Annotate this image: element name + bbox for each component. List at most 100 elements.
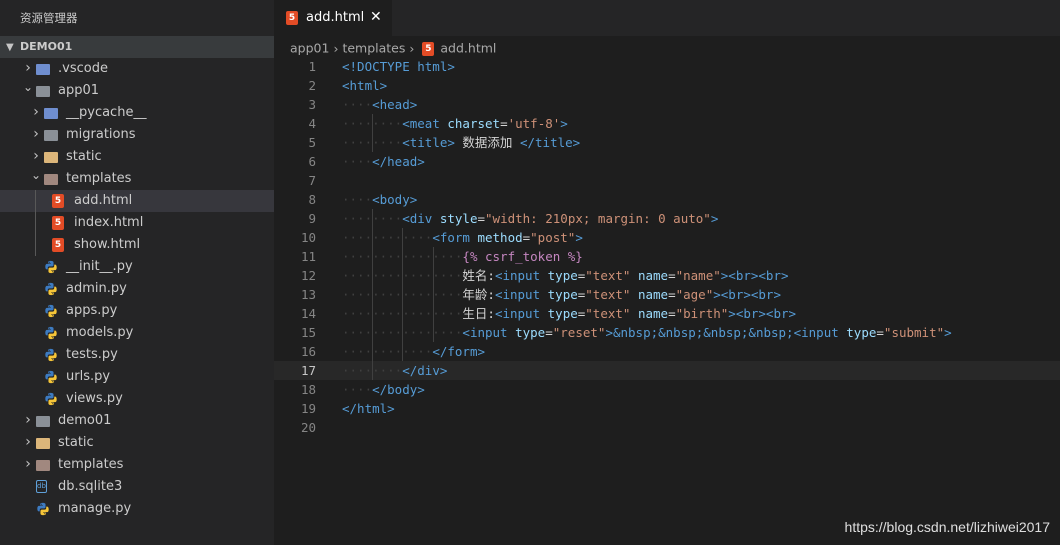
- code-line[interactable]: 17 ········</div>: [274, 361, 1060, 380]
- code-token: </form>: [432, 344, 485, 359]
- python-icon: [36, 502, 50, 516]
- code-token: "age": [675, 287, 714, 302]
- code-line[interactable]: 13 ················年龄:<input type = "text" …: [274, 285, 1060, 304]
- tree-item-models-py[interactable]: models.py: [0, 322, 274, 344]
- code-token: type: [846, 325, 877, 340]
- code-line[interactable]: 8 ····<body>: [274, 190, 1060, 209]
- line-number: 2: [308, 78, 316, 93]
- code-token: "submit": [883, 325, 945, 340]
- whitespace-dots: ················: [342, 268, 463, 283]
- code-token: "width: 210px; margin: 0 auto": [485, 211, 711, 226]
- line-number: 8: [308, 192, 316, 207]
- python-icon: [44, 304, 58, 318]
- tree-item-templates[interactable]: › templates: [0, 454, 274, 476]
- watermark: https://blog.csdn.net/lizhiwei2017: [844, 519, 1050, 535]
- breadcrumb-item-app01[interactable]: app01: [290, 41, 329, 56]
- code-token: type: [515, 325, 546, 340]
- code-token: >: [710, 211, 719, 226]
- tree-item-vscode[interactable]: › .vscode: [0, 58, 274, 80]
- python-icon: [44, 260, 58, 274]
- tree-item-show-html[interactable]: 5 show.html: [0, 234, 274, 256]
- code-token: "text": [585, 287, 638, 302]
- tree-item-tests-py[interactable]: tests.py: [0, 344, 274, 366]
- line-number: 20: [300, 420, 316, 435]
- code-token: <input: [494, 268, 548, 283]
- tab-add-html[interactable]: 5 add.html ✕: [274, 0, 392, 36]
- line-number: 7: [308, 173, 316, 188]
- tree-item-migrations[interactable]: › migrations: [0, 124, 274, 146]
- tree-item-label: static: [66, 149, 102, 164]
- close-icon[interactable]: ✕: [370, 9, 382, 25]
- tree-item-demo01[interactable]: › demo01: [0, 410, 274, 432]
- code-text: ········</div>: [342, 361, 447, 380]
- code-token: =: [500, 116, 508, 131]
- code-editor[interactable]: 1 <!DOCTYPE html> 2 <html> 3 ····<head> 4 ·····…: [274, 57, 1060, 437]
- code-token: </div>: [402, 363, 448, 378]
- tree-item-index-html[interactable]: 5 index.html: [0, 212, 274, 234]
- whitespace-dots: ················: [342, 306, 463, 321]
- database-icon: db: [36, 480, 47, 493]
- code-line[interactable]: 2 <html>: [274, 76, 1060, 95]
- code-line[interactable]: 20: [274, 418, 1060, 437]
- code-line[interactable]: 15 ················<input type="reset">&n…: [274, 323, 1060, 342]
- whitespace-dots: ····: [342, 382, 373, 397]
- breadcrumb-item-templates[interactable]: templates: [342, 41, 405, 56]
- tree-item-init-py[interactable]: __init__.py: [0, 256, 274, 278]
- tree-item-db-sqlite3[interactable]: db db.sqlite3: [0, 476, 274, 498]
- code-line[interactable]: 18 ····</body>: [274, 380, 1060, 399]
- code-line[interactable]: 11 ················{% csrf_token %}: [274, 247, 1060, 266]
- code-line[interactable]: 1 <!DOCTYPE html>: [274, 57, 1060, 76]
- code-text: ················年龄:<input type = "text" na…: [342, 285, 781, 304]
- code-token: "text": [585, 268, 638, 283]
- tree-item-views-py[interactable]: views.py: [0, 388, 274, 410]
- tree-item-manage-py[interactable]: manage.py: [0, 498, 274, 520]
- tree-item-label: app01: [58, 83, 100, 98]
- code-line[interactable]: 16 ············</form>: [274, 342, 1060, 361]
- code-token: <form: [432, 230, 478, 245]
- code-line[interactable]: 4 ········<meat charset='utf-8'>: [274, 114, 1060, 133]
- chevron-down-icon: ⌄: [22, 80, 34, 94]
- code-token: 年龄:: [462, 287, 495, 302]
- whitespace-dots: ········: [342, 135, 403, 150]
- code-line[interactable]: 12 ················姓名:<input type = "text" …: [274, 266, 1060, 285]
- tree-item-apps-py[interactable]: apps.py: [0, 300, 274, 322]
- code-token: ><br><br>: [728, 306, 797, 321]
- code-line[interactable]: 9 ········<div style="width: 210px; margi…: [274, 209, 1060, 228]
- tree-item-admin-py[interactable]: admin.py: [0, 278, 274, 300]
- code-token: "post": [530, 230, 576, 245]
- chevron-right-icon: ›: [33, 104, 39, 120]
- tree-item-pycache[interactable]: › __pycache__: [0, 102, 274, 124]
- whitespace-dots: ················: [342, 325, 463, 340]
- code-line[interactable]: 6 ····</head>: [274, 152, 1060, 171]
- code-line[interactable]: 10 ············<form method="post">: [274, 228, 1060, 247]
- breadcrumb-item-file[interactable]: add.html: [440, 41, 496, 56]
- code-line[interactable]: 7: [274, 171, 1060, 190]
- tree-item-templates[interactable]: ⌄ templates: [0, 168, 274, 190]
- line-number: 19: [300, 401, 316, 416]
- line-number: 6: [308, 154, 316, 169]
- tree-item-label: __init__.py: [66, 259, 133, 274]
- vscode-folder-icon: [36, 64, 50, 75]
- code-token: </title>: [519, 135, 581, 150]
- tree-item-app01[interactable]: ⌄ app01: [0, 80, 274, 102]
- code-token: <input: [494, 287, 548, 302]
- code-line[interactable]: 14 ················生日:<input type = "text" …: [274, 304, 1060, 323]
- code-text: ····<body>: [342, 190, 417, 209]
- code-line[interactable]: 19 </html>: [274, 399, 1060, 418]
- tree-item-static[interactable]: › static: [0, 432, 274, 454]
- tree-item-urls-py[interactable]: urls.py: [0, 366, 274, 388]
- tree-item-add-html[interactable]: 5 add.html: [0, 190, 274, 212]
- tab-bar: 5 add.html ✕: [274, 0, 1060, 36]
- tree-item-label: models.py: [66, 325, 134, 340]
- code-text: ········<meat charset='utf-8'>: [342, 114, 568, 133]
- code-text: ········<div style="width: 210px; margin…: [342, 209, 718, 228]
- code-text: ········<title> 数据添加 </title>: [342, 133, 580, 152]
- code-line[interactable]: 5 ········<title> 数据添加 </title>: [274, 133, 1060, 152]
- tree-item-label: .vscode: [58, 61, 108, 76]
- workspace-section-header[interactable]: ▼ DEMO01: [0, 36, 274, 58]
- code-token: <meat: [402, 116, 448, 131]
- tree-item-label: index.html: [74, 215, 144, 230]
- code-token: </head>: [372, 154, 425, 169]
- code-line[interactable]: 3 ····<head>: [274, 95, 1060, 114]
- code-token: 生日:: [462, 306, 495, 321]
